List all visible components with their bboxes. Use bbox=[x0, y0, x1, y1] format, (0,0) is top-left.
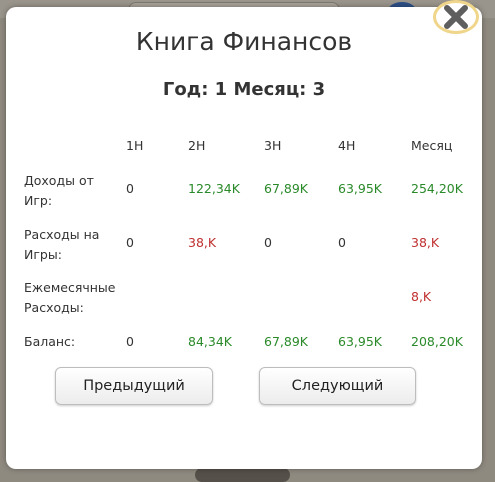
column-header-month: Месяц bbox=[411, 138, 453, 153]
expenses-week-3: 0 bbox=[264, 235, 272, 250]
row-label-balance: Баланс: bbox=[24, 334, 76, 349]
income-month: 254,20K bbox=[411, 181, 463, 196]
column-header-week-3: 3Н bbox=[264, 138, 282, 153]
balance-month: 208,20K bbox=[411, 334, 463, 349]
monthly-expenses-month: 8,K bbox=[411, 289, 432, 304]
column-header-week-2: 2Н bbox=[188, 138, 206, 153]
balance-week-1: 0 bbox=[126, 334, 134, 349]
previous-button[interactable]: Предыдущий bbox=[55, 367, 213, 405]
expenses-week-1: 0 bbox=[126, 235, 134, 250]
row-label-game-expenses: Расходы на Игры: bbox=[24, 227, 100, 262]
dialog-title: Книга Финансов bbox=[135, 27, 353, 56]
dialog-subtitle: Год: 1 Месяц: 3 bbox=[162, 79, 326, 100]
balance-week-2: 84,34K bbox=[188, 334, 232, 349]
expenses-month: 38,K bbox=[411, 235, 440, 250]
income-week-4: 63,95K bbox=[338, 181, 382, 196]
expenses-week-2: 38,K bbox=[188, 235, 217, 250]
column-header-week-4: 4Н bbox=[338, 138, 356, 153]
row-label-monthly-expenses: Ежемесячные Расходы: bbox=[24, 280, 116, 315]
next-button[interactable]: Следующий bbox=[259, 367, 416, 405]
balance-week-4: 63,95K bbox=[338, 334, 382, 349]
expenses-week-4: 0 bbox=[338, 235, 346, 250]
balance-week-3: 67,89K bbox=[264, 334, 308, 349]
income-week-1: 0 bbox=[126, 181, 134, 196]
column-header-week-1: 1Н bbox=[126, 138, 144, 153]
income-week-2: 122,34K bbox=[188, 181, 240, 196]
income-week-3: 67,89K bbox=[264, 181, 308, 196]
row-label-game-income: Доходы от Игр: bbox=[24, 173, 94, 208]
